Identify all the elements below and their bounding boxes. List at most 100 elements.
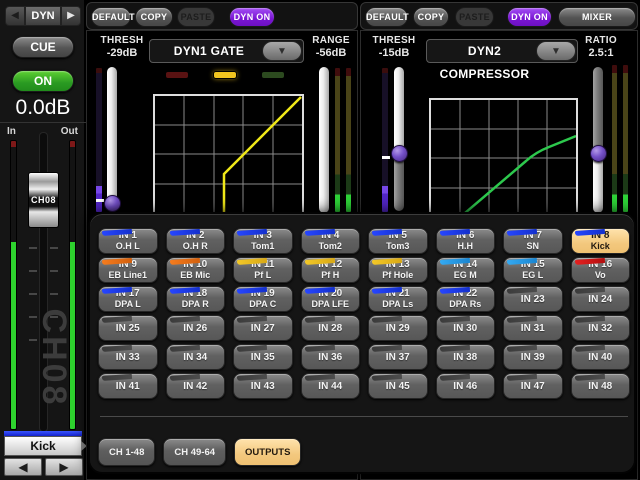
channel-button[interactable]: IN 2O.H R [166, 228, 226, 254]
channel-name-label[interactable]: Kick [4, 436, 82, 456]
comp-thresh-slider-upper[interactable] [394, 67, 404, 155]
dyn1-copy-button[interactable]: COPY [135, 7, 173, 27]
channel-button[interactable]: IN 11Pf L [233, 257, 293, 283]
dyn2-type-dropdown[interactable]: DYN2 COMPRESSOR ▼ [426, 39, 578, 63]
next-channel-button[interactable]: ▶ [45, 458, 83, 476]
cue-button[interactable]: CUE [12, 36, 74, 58]
channel-button[interactable]: IN 24 [571, 286, 631, 312]
channel-button[interactable]: IN 42 [166, 373, 226, 399]
gate-hold-led [213, 71, 237, 79]
channel-button[interactable]: IN 18DPA R [166, 286, 226, 312]
dyn2-default-button[interactable]: DEFAULT [365, 7, 408, 27]
channel-name: Vo [595, 270, 606, 281]
channel-button[interactable]: IN 25 [98, 315, 158, 341]
dyn1-paste-button[interactable]: PASTE [177, 7, 215, 27]
channel-button[interactable]: IN 13Pf Hole [368, 257, 428, 283]
view-prev-button[interactable]: ◀ [5, 6, 25, 26]
dyn2-paste-button[interactable]: PASTE [455, 7, 494, 27]
channel-button[interactable]: IN 22DPA Rs [436, 286, 496, 312]
meter-peak-mark [382, 156, 390, 159]
channel-button[interactable]: IN 21DPA Ls [368, 286, 428, 312]
channel-name: EG M [454, 270, 477, 281]
channel-button[interactable]: IN 3Tom1 [233, 228, 293, 254]
channel-button[interactable]: IN 46 [436, 373, 496, 399]
comp-thresh-slider-lower[interactable] [394, 155, 404, 211]
channel-button[interactable]: IN 35 [233, 344, 293, 370]
fader-handle[interactable]: CH08 [28, 172, 59, 228]
channel-button[interactable]: IN 12Pf H [301, 257, 361, 283]
channel-button[interactable]: IN 27 [233, 315, 293, 341]
right-arrow-icon: ▶ [59, 460, 68, 474]
channel-button[interactable]: IN 44 [301, 373, 361, 399]
channel-button[interactable]: IN 9EB Line1 [98, 257, 158, 283]
channel-button[interactable]: IN 28 [301, 315, 361, 341]
channel-button[interactable]: IN 30 [436, 315, 496, 341]
channel-id: IN 47 [521, 381, 545, 392]
channel-button[interactable]: IN 15EG L [503, 257, 563, 283]
channel-button[interactable]: IN 40 [571, 344, 631, 370]
channel-button[interactable]: IN 17DPA L [98, 286, 158, 312]
channel-button[interactable]: IN 19DPA C [233, 286, 293, 312]
channel-button[interactable]: IN 38 [436, 344, 496, 370]
channel-bank-tab[interactable]: CH 49-64 [163, 438, 226, 466]
gate-thresh-knob[interactable] [104, 195, 121, 212]
channel-button[interactable]: IN 16Vo [571, 257, 631, 283]
comp-thresh-knob[interactable] [391, 145, 408, 162]
channel-id: IN 31 [521, 323, 545, 334]
channel-button[interactable]: IN 8Kick [571, 228, 631, 254]
dyn1-dropdown-button[interactable]: ▼ [262, 41, 302, 61]
channel-button[interactable]: IN 36 [301, 344, 361, 370]
channel-id-watermark: CH08 [33, 283, 73, 433]
channel-id: IN 25 [116, 323, 140, 334]
channel-button[interactable]: IN 33 [98, 344, 158, 370]
channel-button[interactable]: IN 45 [368, 373, 428, 399]
gate-range-slider[interactable] [319, 67, 329, 213]
channel-on-button[interactable]: ON [12, 70, 74, 92]
channel-tabs: CH 1-48 CH 49-64 OUTPUTS [98, 438, 301, 466]
dyn1-type-dropdown[interactable]: DYN1 GATE ▼ [149, 39, 304, 63]
channel-button[interactable]: IN 48 [571, 373, 631, 399]
channel-bank-tab[interactable]: CH 1-48 [98, 438, 155, 466]
comp-ratio-slider-upper[interactable] [593, 67, 603, 155]
dyn2-on-button[interactable]: DYN ON [507, 7, 552, 27]
channel-button[interactable]: IN 7SN [503, 228, 563, 254]
channel-button[interactable]: IN 10EB Mic [166, 257, 226, 283]
comp-ratio-knob[interactable] [590, 145, 607, 162]
dyn2-dropdown-button[interactable]: ▼ [536, 41, 576, 61]
comp-out-meter-l [611, 64, 618, 213]
comp-ratio-slider-lower[interactable] [593, 155, 603, 213]
channel-button[interactable]: IN 34 [166, 344, 226, 370]
left-arrow-icon: ◀ [11, 10, 19, 21]
view-next-button[interactable]: ▶ [61, 6, 81, 26]
channel-id: IN 43 [251, 381, 275, 392]
channel-id: IN 23 [521, 294, 545, 305]
channel-id: IN 33 [116, 352, 140, 363]
gate-thresh-slider[interactable] [107, 67, 117, 211]
channel-button[interactable]: IN 20DPA LFE [301, 286, 361, 312]
channel-button[interactable]: IN 29 [368, 315, 428, 341]
dyn1-on-button[interactable]: DYN ON [229, 7, 275, 27]
mixer-button[interactable]: MIXER [558, 7, 636, 27]
channel-button[interactable]: IN 31 [503, 315, 563, 341]
channel-button[interactable]: IN 43 [233, 373, 293, 399]
dyn1-default-button[interactable]: DEFAULT [91, 7, 131, 27]
channel-button[interactable]: IN 23 [503, 286, 563, 312]
channel-button[interactable]: IN 41 [98, 373, 158, 399]
channel-button[interactable]: IN 37 [368, 344, 428, 370]
channel-bank-tab[interactable]: OUTPUTS [234, 438, 301, 466]
channel-button[interactable]: IN 39 [503, 344, 563, 370]
channel-id: IN 42 [183, 381, 207, 392]
channel-button[interactable]: IN 5Tom3 [368, 228, 428, 254]
input-level-meter [10, 140, 17, 430]
channel-button[interactable]: IN 32 [571, 315, 631, 341]
channel-button[interactable]: IN 47 [503, 373, 563, 399]
channel-button[interactable]: IN 26 [166, 315, 226, 341]
channel-name: Tom3 [386, 241, 409, 252]
dyn2-copy-button[interactable]: COPY [413, 7, 449, 27]
channel-button[interactable]: IN 4Tom2 [301, 228, 361, 254]
channel-name: EG L [522, 270, 543, 281]
channel-button[interactable]: IN 6H.H [436, 228, 496, 254]
channel-button[interactable]: IN 14EG M [436, 257, 496, 283]
prev-channel-button[interactable]: ◀ [4, 458, 42, 476]
channel-button[interactable]: IN 1O.H L [98, 228, 158, 254]
